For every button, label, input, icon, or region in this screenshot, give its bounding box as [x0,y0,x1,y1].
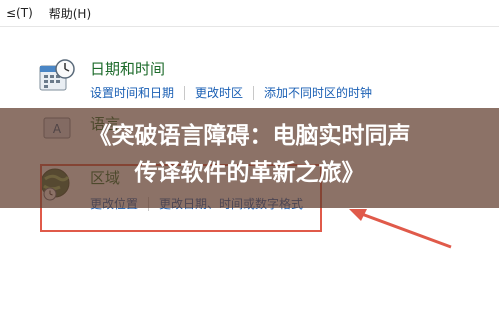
date-time-section: 日期和时间 设置时间和日期 更改时区 添加不同时区的时钟 [0,52,499,104]
calendar-clock-icon[interactable] [38,58,76,96]
menu-bar: ≤(T) 帮助(H) [0,0,499,27]
date-time-links: 设置时间和日期 更改时区 添加不同时区的时钟 [90,84,372,101]
banner-line-2: 传译软件的革新之旅》 [134,160,365,186]
menu-item-tools[interactable]: ≤(T) [0,6,41,20]
add-clocks-link[interactable]: 添加不同时区的时钟 [264,84,372,101]
annotation-arrow [349,209,452,249]
link-separator [253,85,255,100]
banner-line-1: 《突破语言障碍：电脑实时同声 [88,123,411,149]
set-time-date-link[interactable]: 设置时间和日期 [90,84,174,101]
date-time-title[interactable]: 日期和时间 [90,58,165,79]
menu-item-help[interactable]: 帮助(H) [41,5,99,22]
link-separator [184,85,186,100]
banner-title: 《突破语言障碍：电脑实时同声 传译软件的革新之旅》 [0,118,499,192]
change-timezone-link[interactable]: 更改时区 [195,84,243,101]
